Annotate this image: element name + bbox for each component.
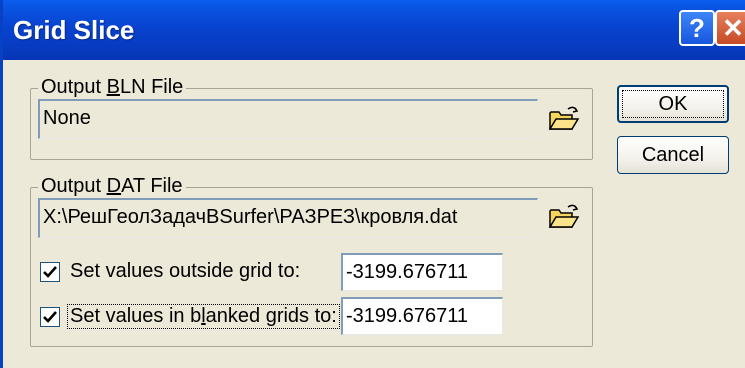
title-bar[interactable]: Grid Slice ? ✕ — [3, 0, 745, 60]
close-icon: ✕ — [722, 13, 744, 43]
dat-path-field[interactable]: X:\РешГеолЗадачBSurfer\РАЗРЕЗ\кровля.dat — [38, 198, 538, 238]
outside-grid-label[interactable]: Set values outside grid to: — [70, 260, 300, 283]
ok-button[interactable]: OK — [617, 85, 729, 123]
blanked-grids-label[interactable]: Set values in blanked grids to: — [67, 304, 340, 329]
outside-grid-value-input[interactable]: -3199.676711 — [341, 253, 503, 291]
dat-browse-button[interactable] — [546, 202, 582, 232]
blanked-grids-checkbox[interactable] — [40, 307, 60, 327]
ok-label: OK — [658, 93, 688, 115]
outside-grid-checkbox[interactable] — [40, 262, 60, 282]
help-button[interactable]: ? — [679, 10, 715, 46]
output-dat-legend: Output DAT File — [38, 175, 186, 198]
cancel-button[interactable]: Cancel — [617, 136, 729, 174]
open-folder-icon — [548, 106, 580, 130]
cancel-label: Cancel — [641, 144, 705, 166]
blanked-grids-value-input[interactable]: -3199.676711 — [341, 297, 503, 335]
output-bln-legend: Output BLN File — [38, 76, 187, 99]
checkmark-icon — [43, 266, 57, 278]
grid-slice-dialog: Grid Slice ? ✕ Output BLN File None Outp… — [0, 0, 745, 368]
bln-browse-button[interactable] — [546, 104, 582, 134]
dialog-title: Grid Slice — [13, 15, 135, 45]
close-button[interactable]: ✕ — [715, 10, 745, 46]
open-folder-icon — [548, 204, 580, 228]
bln-path-field[interactable]: None — [38, 99, 538, 139]
checkmark-icon — [43, 311, 57, 323]
help-icon: ? — [689, 13, 705, 43]
